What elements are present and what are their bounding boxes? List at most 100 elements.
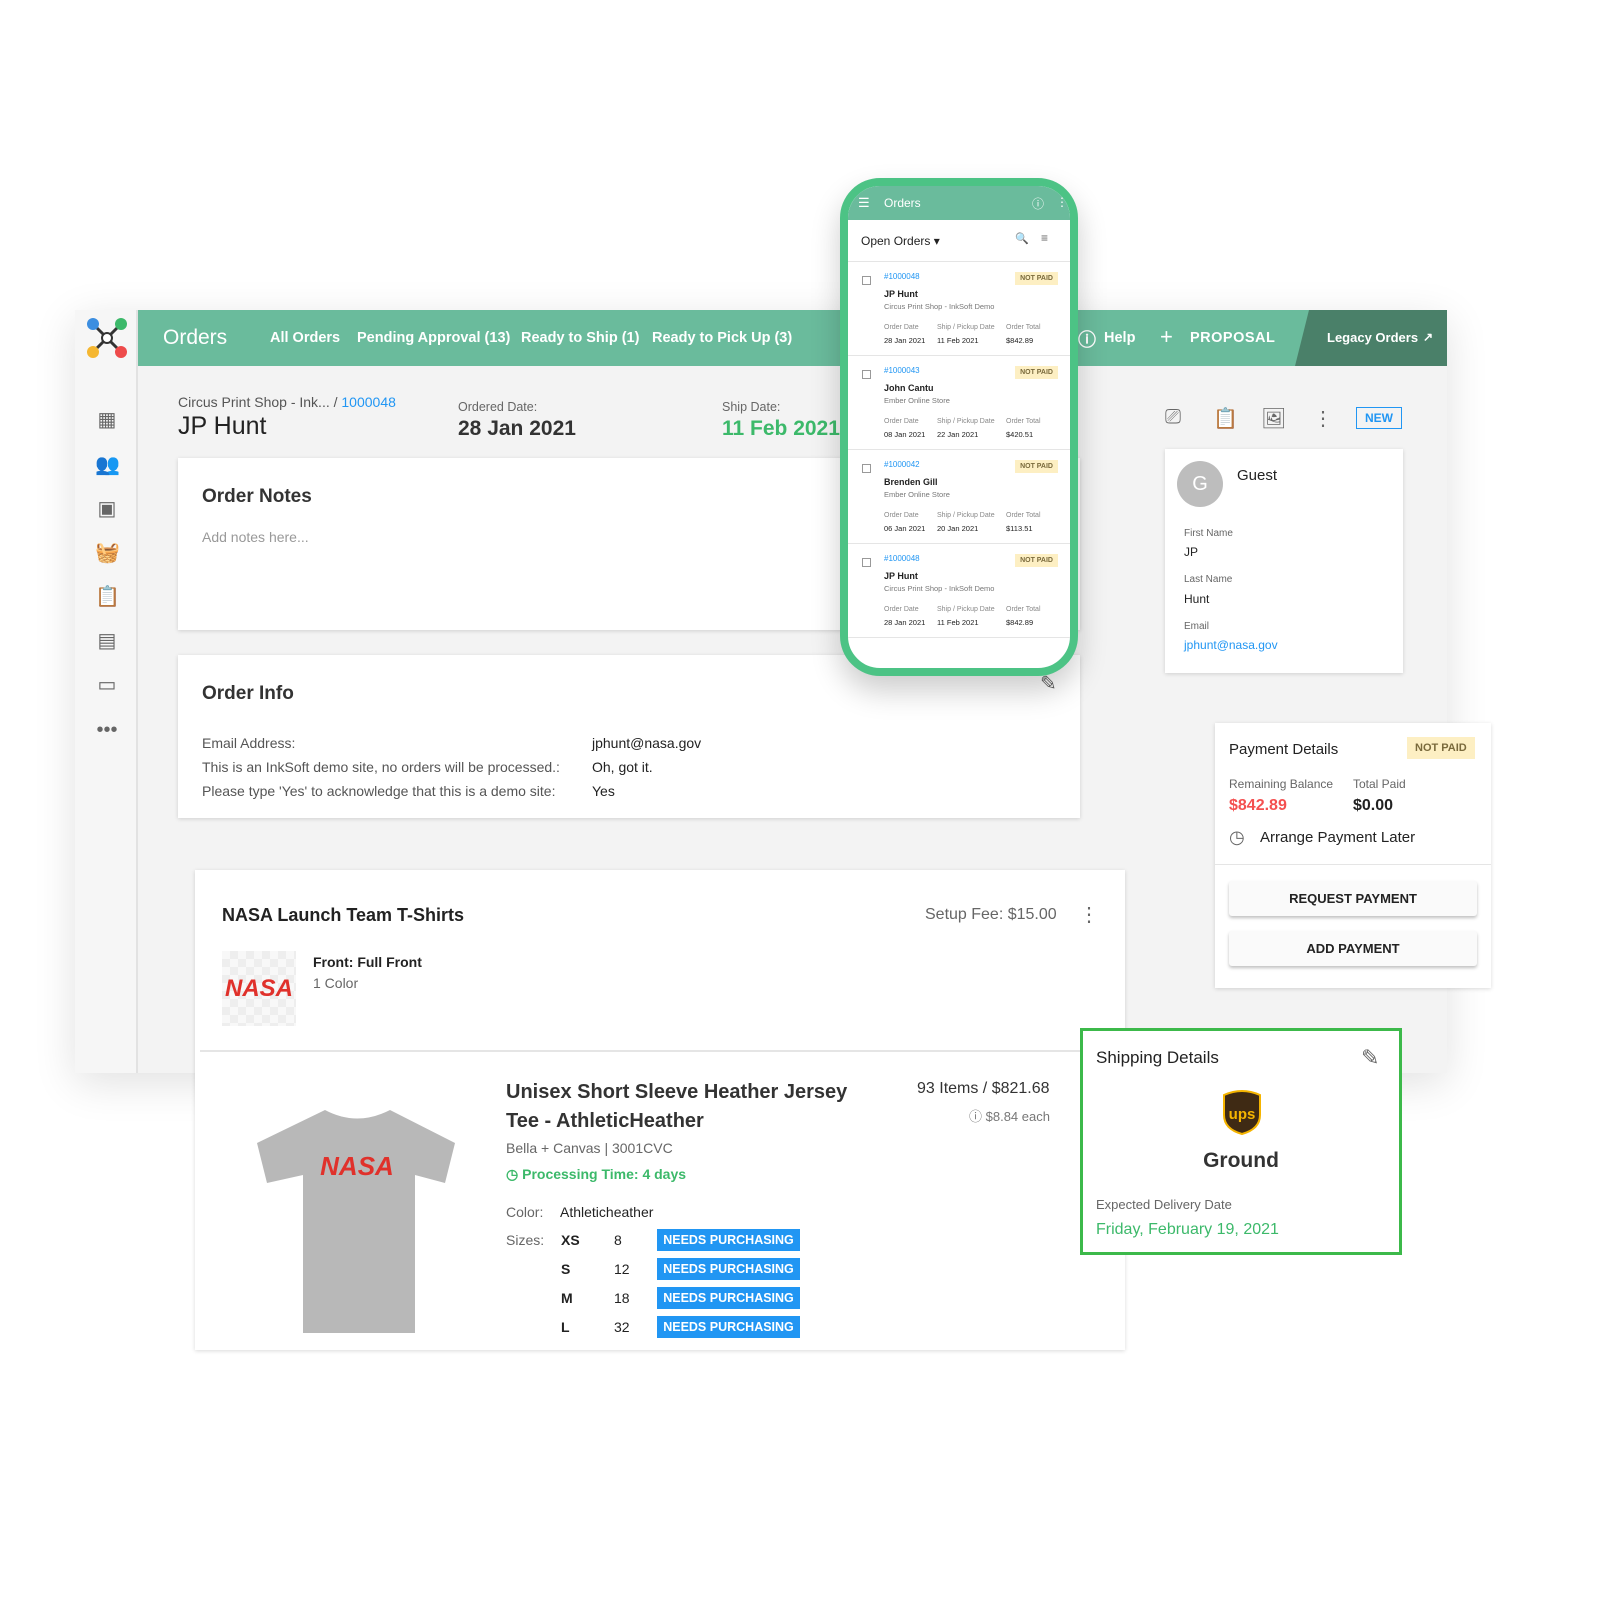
order-checkbox[interactable] bbox=[862, 464, 871, 473]
processing-time: ◷ Processing Time: 4 days bbox=[506, 1166, 686, 1183]
needs-purchasing-badge[interactable]: NEEDS PURCHASING bbox=[657, 1316, 800, 1338]
paid-label: Total Paid bbox=[1353, 777, 1406, 791]
stamp-icon[interactable]: ⎚ bbox=[1165, 406, 1181, 429]
order-number-link[interactable]: 1000048 bbox=[341, 394, 396, 410]
size-row: XS 8 NEEDS PURCHASING bbox=[561, 1229, 861, 1253]
nasa-logo-thumbnail[interactable]: NASA bbox=[222, 951, 296, 1026]
divider bbox=[1215, 864, 1491, 865]
order-id-link[interactable]: #1000043 bbox=[884, 366, 920, 375]
items-total: 93 Items / $821.68 bbox=[917, 1080, 1050, 1097]
order-notes-title: Order Notes bbox=[202, 486, 312, 507]
order-customer: John Cantu bbox=[884, 383, 934, 393]
inbox-icon[interactable]: ▣ bbox=[95, 497, 119, 521]
mobile-order-item[interactable]: #1000042 NOT PAID Brenden Gill Ember Onl… bbox=[848, 450, 1070, 544]
legacy-orders-label: Legacy Orders bbox=[1327, 330, 1419, 345]
mobile-order-item[interactable]: #1000048 NOT PAID JP Hunt Circus Print S… bbox=[848, 262, 1070, 356]
ship-date: 11 Feb 2021 bbox=[722, 417, 840, 440]
tab-pending-approval[interactable]: Pending Approval (13) bbox=[357, 330, 510, 346]
plus-icon[interactable]: + bbox=[1160, 324, 1173, 350]
processing-text: Processing Time: 4 days bbox=[522, 1166, 687, 1182]
more-vert-icon[interactable]: ⋮ bbox=[1313, 406, 1333, 431]
mobile-order-item[interactable]: #1000048 NOT PAID JP Hunt Circus Print S… bbox=[848, 544, 1070, 638]
status-badge: NEW bbox=[1356, 407, 1402, 429]
search-icon[interactable]: 🔍 bbox=[1015, 232, 1029, 245]
ship-date-label: Ship Date: bbox=[722, 400, 781, 414]
color-label: Color: bbox=[506, 1204, 544, 1220]
col-label: Ship / Pickup Date bbox=[937, 324, 995, 331]
shipping-title: Shipping Details bbox=[1096, 1048, 1219, 1067]
order-checkbox[interactable] bbox=[862, 370, 871, 379]
dashboard-icon[interactable]: ▦ bbox=[95, 408, 119, 432]
size-qty: 18 bbox=[614, 1290, 630, 1306]
size-qty: 8 bbox=[614, 1232, 622, 1248]
tab-ready-to-pickup[interactable]: Ready to Pick Up (3) bbox=[652, 330, 792, 346]
info-value: Yes bbox=[592, 783, 615, 799]
expected-delivery-label: Expected Delivery Date bbox=[1096, 1197, 1232, 1212]
size-row: S 12 NEEDS PURCHASING bbox=[561, 1258, 861, 1282]
needs-purchasing-badge[interactable]: NEEDS PURCHASING bbox=[657, 1229, 800, 1251]
size-label: L bbox=[561, 1319, 570, 1335]
order-id-link[interactable]: #1000048 bbox=[884, 554, 920, 563]
size-label: XS bbox=[561, 1232, 580, 1248]
help-link[interactable]: Help bbox=[1104, 330, 1135, 346]
help-icon[interactable]: ⓘ bbox=[1032, 195, 1044, 212]
email-link[interactable]: jphunt@nasa.gov bbox=[1184, 638, 1278, 652]
mobile-phone-mockup: ☰ Orders ⓘ ⋮ Open Orders ▾ 🔍 ≡ #1000048 … bbox=[840, 178, 1078, 676]
product-name-line: Tee - AthleticHeather bbox=[506, 1110, 704, 1132]
order-id-link[interactable]: #1000048 bbox=[884, 272, 920, 281]
last-name-label: Last Name bbox=[1184, 574, 1233, 585]
order-total: $842.89 bbox=[1006, 618, 1034, 627]
more-vert-icon[interactable]: ⋮ bbox=[1079, 902, 1099, 927]
ordered-date-label: Ordered Date: bbox=[458, 400, 538, 414]
clock-icon: ◷ bbox=[506, 1166, 523, 1182]
order-checkbox[interactable] bbox=[862, 558, 871, 567]
col-label: Order Total bbox=[1006, 324, 1041, 331]
basket-icon[interactable]: 🧺 bbox=[95, 541, 120, 565]
product-group-title: NASA Launch Team T-Shirts bbox=[222, 905, 465, 925]
payment-card: Payment Details NOT PAID Remaining Balan… bbox=[1215, 723, 1491, 988]
size-qty: 32 bbox=[614, 1319, 630, 1335]
legacy-orders-button[interactable]: Legacy Orders ↗ bbox=[1295, 310, 1447, 366]
shipping-method: Ground bbox=[1203, 1149, 1279, 1172]
breadcrumb-parent[interactable]: Circus Print Shop - Ink... bbox=[178, 394, 330, 410]
menu-icon[interactable]: ☰ bbox=[858, 195, 870, 211]
tab-all-orders[interactable]: All Orders bbox=[270, 330, 340, 346]
store-icon[interactable]: ▭ bbox=[95, 673, 119, 697]
request-payment-button[interactable]: REQUEST PAYMENT bbox=[1229, 881, 1477, 916]
last-name: Hunt bbox=[1184, 592, 1210, 606]
tab-ready-to-ship[interactable]: Ready to Ship (1) bbox=[521, 330, 639, 346]
order-customer: JP Hunt bbox=[884, 289, 918, 299]
order-total: $842.89 bbox=[1006, 336, 1034, 345]
open-orders-dropdown[interactable]: Open Orders ▾ bbox=[861, 234, 940, 248]
proposal-button[interactable]: PROPOSAL bbox=[1190, 330, 1275, 346]
tshirt-image[interactable]: NASA bbox=[255, 1105, 460, 1335]
more-vert-icon[interactable]: ⋮ bbox=[1056, 195, 1068, 209]
clipboard-icon[interactable]: 📋 bbox=[95, 585, 120, 609]
filter-icon[interactable]: ≡ bbox=[1041, 231, 1048, 245]
filter-label: Open Orders bbox=[861, 234, 931, 248]
notes-input[interactable]: Add notes here... bbox=[202, 529, 309, 545]
clipboard-list-icon[interactable]: 📋 bbox=[1213, 406, 1238, 431]
images-icon[interactable]: 🖼 bbox=[1261, 406, 1286, 431]
help-icon[interactable]: ⓘ bbox=[1078, 326, 1096, 352]
needs-purchasing-badge[interactable]: NEEDS PURCHASING bbox=[657, 1258, 800, 1280]
customers-icon[interactable]: 👥 bbox=[95, 453, 120, 477]
col-label: Order Total bbox=[1006, 512, 1041, 519]
arrange-payment-later[interactable]: Arrange Payment Later bbox=[1260, 829, 1415, 846]
help-icon[interactable]: ⓘ bbox=[969, 1109, 986, 1124]
external-link-icon: ↗ bbox=[1423, 330, 1434, 344]
price-each: ⓘ $8.84 each bbox=[969, 1106, 1050, 1125]
order-id-link[interactable]: #1000042 bbox=[884, 460, 920, 469]
inksoft-logo-icon[interactable] bbox=[85, 316, 129, 360]
mobile-top-bar: ☰ Orders ⓘ ⋮ bbox=[848, 186, 1070, 220]
needs-purchasing-badge[interactable]: NEEDS PURCHASING bbox=[657, 1287, 800, 1309]
more-icon[interactable]: ••• bbox=[95, 718, 119, 742]
add-payment-button[interactable]: ADD PAYMENT bbox=[1229, 931, 1477, 966]
info-label: This is an InkSoft demo site, no orders … bbox=[202, 759, 560, 775]
order-checkbox[interactable] bbox=[862, 276, 871, 285]
mobile-order-item[interactable]: #1000043 NOT PAID John Cantu Ember Onlin… bbox=[848, 356, 1070, 450]
guest-card: G Guest First Name JP Last Name Hunt Ema… bbox=[1165, 449, 1403, 673]
edit-icon[interactable]: ✎ bbox=[1361, 1045, 1379, 1071]
catalog-icon[interactable]: ▤ bbox=[95, 629, 119, 653]
col-label: Ship / Pickup Date bbox=[937, 512, 995, 519]
